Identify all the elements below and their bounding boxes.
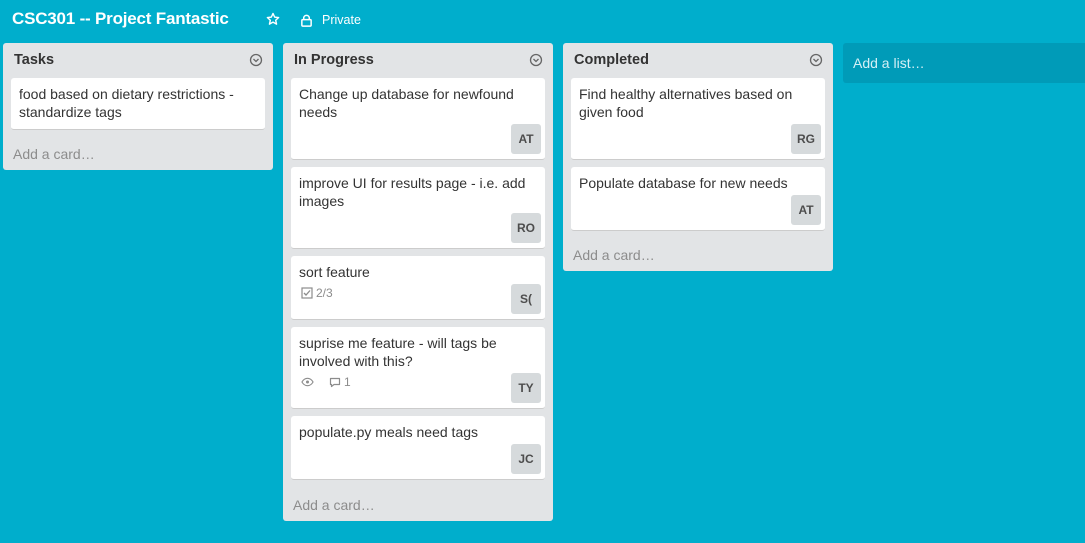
list-title[interactable]: In Progress [294, 52, 374, 68]
card[interactable]: sort feature 2/3 S( [291, 256, 545, 320]
list-title[interactable]: Tasks [14, 52, 54, 68]
card-title: sort feature [299, 264, 370, 280]
chevron-down-icon[interactable] [249, 53, 263, 67]
comment-badge: 1 [329, 375, 351, 389]
list-tasks: Tasks food based on dietary restrictions… [3, 43, 273, 170]
card[interactable]: suprise me feature - will tags be involv… [291, 327, 545, 409]
card-title: food based on dietary restrictions - sta… [19, 86, 234, 120]
comment-icon [329, 377, 341, 387]
card[interactable]: food based on dietary restrictions - sta… [11, 78, 265, 130]
list-header: In Progress [283, 43, 553, 75]
card-title: suprise me feature - will tags be involv… [299, 335, 497, 369]
add-card-button[interactable]: Add a card… [293, 497, 375, 513]
card[interactable]: Change up database for newfound needs AT [291, 78, 545, 160]
chevron-down-icon[interactable] [809, 53, 823, 67]
visibility-button[interactable]: Private [300, 11, 361, 29]
member-avatar[interactable]: S( [511, 284, 541, 314]
card[interactable]: populate.py meals need tags JC [291, 416, 545, 480]
member-avatar[interactable]: AT [511, 124, 541, 154]
chevron-down-icon[interactable] [529, 53, 543, 67]
list-completed: Completed Find healthy alternatives base… [563, 43, 833, 271]
add-list-button[interactable]: Add a list… [843, 43, 1085, 83]
card-badges: 2/3 [301, 286, 343, 300]
card-title: improve UI for results page - i.e. add i… [299, 175, 526, 209]
member-avatar[interactable]: RG [791, 124, 821, 154]
card-badges: 1 [301, 375, 361, 389]
board-title[interactable]: CSC301 -- Project Fantastic [12, 9, 229, 29]
card[interactable]: Populate database for new needs AT [571, 167, 825, 231]
add-card-button[interactable]: Add a card… [573, 247, 655, 263]
list-in-progress: In Progress Change up database for newfo… [283, 43, 553, 521]
board-header: CSC301 -- Project Fantastic Private [0, 0, 1085, 40]
list-title[interactable]: Completed [574, 52, 649, 68]
lock-icon [300, 13, 314, 27]
member-avatar[interactable]: JC [511, 444, 541, 474]
checkbox-icon [301, 287, 313, 299]
checklist-count: 2/3 [316, 286, 333, 300]
list-header: Tasks [3, 43, 273, 75]
watch-badge [301, 377, 317, 387]
card-title: populate.py meals need tags [299, 424, 479, 440]
member-avatar[interactable]: RO [511, 213, 541, 243]
card[interactable]: improve UI for results page - i.e. add i… [291, 167, 545, 249]
visibility-label: Private [322, 13, 361, 27]
eye-icon [301, 377, 314, 387]
member-avatar[interactable]: TY [511, 373, 541, 403]
card-title: Find healthy alternatives based on given… [579, 86, 793, 120]
list-header: Completed [563, 43, 833, 75]
add-card-button[interactable]: Add a card… [13, 146, 95, 162]
member-avatar[interactable]: AT [791, 195, 821, 225]
card[interactable]: Find healthy alternatives based on given… [571, 78, 825, 160]
comment-count: 1 [344, 375, 351, 389]
add-list-label: Add a list… [853, 55, 925, 71]
card-title: Change up database for newfound needs [299, 86, 514, 120]
star-icon[interactable] [264, 10, 282, 28]
checklist-badge: 2/3 [301, 286, 333, 300]
card-title: Populate database for new needs [579, 175, 788, 191]
